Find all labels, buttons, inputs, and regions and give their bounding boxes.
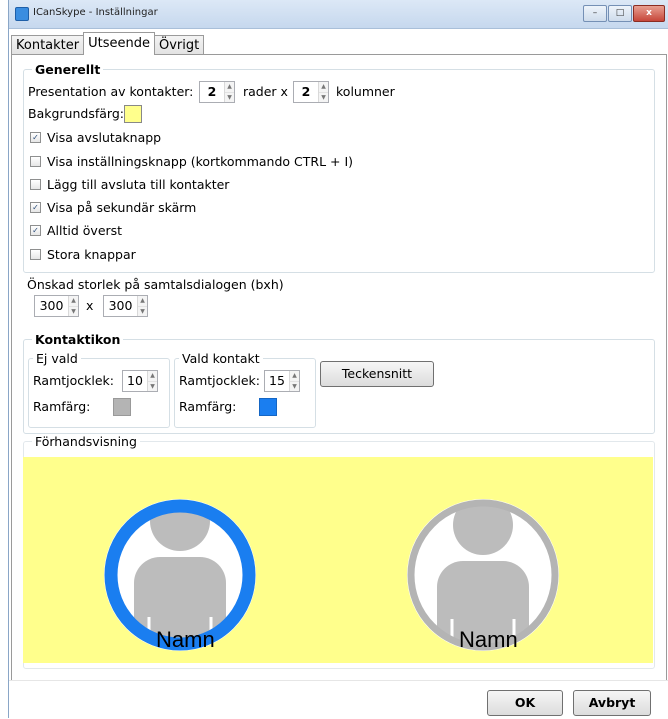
- maximize-button[interactable]: □: [608, 5, 632, 22]
- checkmark-icon: ✓: [32, 226, 39, 235]
- checkbox-visa-sekundar-skarm[interactable]: ✓ Visa på sekundär skärm: [30, 200, 196, 215]
- dialog-size-label: Önskad storlek på samtalsdialogen (bxh): [27, 277, 284, 292]
- ej-vald-group: Ej vald Ramtjocklek: 10 ▲ ▼ Ramfärg:: [28, 351, 170, 428]
- spin-up-icon[interactable]: ▲: [290, 371, 299, 381]
- ej-vald-color-label: Ramfärg:: [33, 399, 91, 414]
- rows-stepper[interactable]: 2 ▲ ▼: [199, 81, 235, 103]
- dialog-height-value[interactable]: 300: [104, 296, 137, 316]
- cols-label: kolumner: [336, 84, 395, 99]
- checkmark-icon: ✓: [32, 203, 39, 212]
- vald-thickness-value[interactable]: 15: [265, 371, 289, 391]
- rows-label: rader x: [243, 84, 288, 99]
- tab-strip: Kontakter Utseende Övrigt: [11, 32, 205, 55]
- ej-vald-color-swatch[interactable]: [113, 398, 131, 416]
- ok-button[interactable]: OK: [487, 690, 563, 716]
- checkmark-icon: ✓: [32, 133, 39, 142]
- tab-kontakter[interactable]: Kontakter: [11, 35, 85, 55]
- kontaktikon-legend: Kontaktikon: [32, 332, 124, 347]
- font-button[interactable]: Teckensnitt: [320, 361, 434, 387]
- spin-up-icon[interactable]: ▲: [148, 371, 157, 381]
- checkbox-box[interactable]: ✓: [30, 225, 41, 236]
- vald-thickness-stepper[interactable]: 15 ▲ ▼: [264, 370, 300, 392]
- generellt-group: Generellt Presentation av kontakter: 2 ▲…: [23, 62, 655, 273]
- contact-name-unselected: Namn: [459, 627, 518, 652]
- spin-down-icon[interactable]: ▼: [148, 380, 157, 391]
- spin-up-icon[interactable]: ▲: [319, 82, 328, 92]
- app-icon: [15, 7, 29, 21]
- ej-vald-thickness-label: Ramtjocklek:: [33, 373, 114, 388]
- vald-kontakt-group: Vald kontakt Ramtjocklek: 15 ▲ ▼ Ramfärg:: [174, 351, 316, 428]
- close-button[interactable]: x: [633, 5, 665, 22]
- dialog-button-bar: OK Avbryt: [9, 680, 668, 719]
- vald-spin-arrows[interactable]: ▲ ▼: [289, 371, 299, 391]
- settings-window: ICanSkype - Inställningar – □ x Kontakte…: [8, 0, 668, 719]
- vald-kontakt-legend: Vald kontakt: [179, 351, 263, 366]
- cols-spin-arrows[interactable]: ▲ ▼: [318, 82, 328, 102]
- presentation-label: Presentation av kontakter:: [28, 84, 194, 99]
- spin-down-icon[interactable]: ▼: [290, 380, 299, 391]
- cols-value[interactable]: 2: [294, 82, 318, 102]
- checkbox-label: Visa på sekundär skärm: [47, 200, 197, 215]
- checkbox-alltid-overst[interactable]: ✓ Alltid överst: [30, 223, 122, 238]
- checkbox-label: Alltid överst: [47, 223, 123, 238]
- title-bar[interactable]: ICanSkype - Inställningar – □ x: [9, 0, 668, 29]
- spin-down-icon[interactable]: ▼: [225, 91, 234, 102]
- preview-svg: [104, 499, 559, 651]
- checkbox-visa-avslutaknapp[interactable]: ✓ Visa avslutaknapp: [30, 130, 161, 145]
- dialog-height-stepper[interactable]: 300 ▲ ▼: [103, 295, 148, 317]
- dialog-width-value[interactable]: 300: [35, 296, 68, 316]
- tab-content-utseende: Generellt Presentation av kontakter: 2 ▲…: [11, 54, 667, 681]
- width-spin-arrows[interactable]: ▲ ▼: [68, 296, 78, 316]
- checkbox-box[interactable]: [30, 249, 41, 260]
- caption-buttons: – □ x: [582, 5, 665, 22]
- spin-up-icon[interactable]: ▲: [69, 296, 78, 306]
- generellt-legend: Generellt: [32, 62, 104, 77]
- checkbox-box[interactable]: ✓: [30, 132, 41, 143]
- ej-vald-thickness-value[interactable]: 10: [123, 371, 147, 391]
- checkbox-label: Visa inställningsknapp (kortkommando CTR…: [47, 154, 354, 169]
- preview-legend: Förhandsvisning: [32, 434, 140, 449]
- window-title: ICanSkype - Inställningar: [33, 7, 158, 18]
- checkbox-label: Stora knappar: [47, 247, 136, 262]
- kontaktikon-group: Kontaktikon Ej vald Ramtjocklek: 10 ▲ ▼ R…: [23, 332, 655, 434]
- vald-color-label: Ramfärg:: [179, 399, 237, 414]
- vald-thickness-label: Ramtjocklek:: [179, 373, 260, 388]
- checkbox-box[interactable]: ✓: [30, 202, 41, 213]
- checkbox-label: Visa avslutaknapp: [47, 130, 162, 145]
- dialog-size-x: x: [86, 298, 94, 313]
- checkbox-box[interactable]: [30, 156, 41, 167]
- spin-down-icon[interactable]: ▼: [69, 305, 78, 316]
- checkbox-box[interactable]: [30, 179, 41, 190]
- cols-stepper[interactable]: 2 ▲ ▼: [293, 81, 329, 103]
- checkbox-visa-installningsknapp[interactable]: Visa inställningsknapp (kortkommando CTR…: [30, 154, 353, 169]
- ej-vald-thickness-stepper[interactable]: 10 ▲ ▼: [122, 370, 158, 392]
- rows-spin-arrows[interactable]: ▲ ▼: [224, 82, 234, 102]
- cancel-button[interactable]: Avbryt: [573, 690, 651, 716]
- contact-name-selected: Namn: [156, 627, 215, 652]
- spin-up-icon[interactable]: ▲: [138, 296, 147, 306]
- checkbox-stora-knappar[interactable]: Stora knappar: [30, 247, 136, 262]
- spin-up-icon[interactable]: ▲: [225, 82, 234, 92]
- checkbox-lagg-till-avsluta[interactable]: Lägg till avsluta till kontakter: [30, 177, 229, 192]
- tab-utseende[interactable]: Utseende: [83, 32, 155, 55]
- height-spin-arrows[interactable]: ▲ ▼: [137, 296, 147, 316]
- preview-area: Namn Namn: [23, 457, 653, 663]
- bg-color-swatch[interactable]: [124, 105, 142, 123]
- minimize-button[interactable]: –: [583, 5, 607, 22]
- close-icon: x: [646, 8, 652, 18]
- rows-value[interactable]: 2: [200, 82, 224, 102]
- checkbox-label: Lägg till avsluta till kontakter: [47, 177, 230, 192]
- vald-color-swatch[interactable]: [259, 398, 277, 416]
- tab-ovrigt[interactable]: Övrigt: [153, 35, 205, 55]
- dialog-width-stepper[interactable]: 300 ▲ ▼: [34, 295, 79, 317]
- ej-vald-legend: Ej vald: [33, 351, 81, 366]
- spin-down-icon[interactable]: ▼: [319, 91, 328, 102]
- spin-down-icon[interactable]: ▼: [138, 305, 147, 316]
- maximize-icon: □: [615, 8, 625, 18]
- bg-color-label: Bakgrundsfärg:: [28, 106, 124, 121]
- minimize-icon: –: [592, 8, 598, 18]
- ej-vald-spin-arrows[interactable]: ▲ ▼: [147, 371, 157, 391]
